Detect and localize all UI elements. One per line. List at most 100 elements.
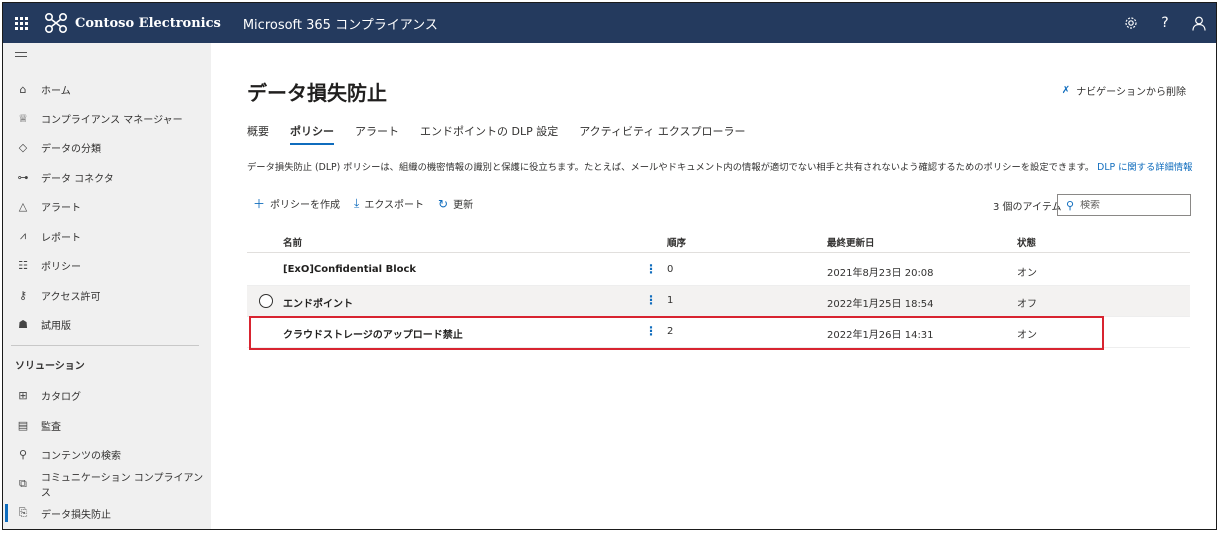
column-header-order[interactable]: 順序 [667, 235, 686, 249]
tab-policies[interactable]: ポリシー [290, 123, 334, 145]
tag-icon: ◇ [18, 140, 28, 154]
policy-order: 1 [667, 295, 674, 306]
warning-icon: △ [18, 199, 28, 213]
sidebar-item-alerts[interactable]: △ アラート [3, 193, 211, 219]
app-name[interactable]: Microsoft 365 コンプライアンス [243, 14, 438, 33]
sidebar-item-dlp[interactable]: ⎘ データ損失防止 [3, 500, 211, 526]
sidebar-item-label: コンテンツの検索 [41, 450, 121, 462]
sidebar-item-permissions[interactable]: ⚷ アクセス許可 [3, 282, 211, 308]
home-icon: ⌂ [19, 82, 27, 96]
sidebar-item-label: アクセス許可 [41, 291, 101, 303]
sidebar-item-label: ホーム [41, 85, 71, 97]
sidebar-item-trials[interactable]: ☗ 試用版 [3, 311, 211, 337]
refresh-label: 更新 [453, 200, 474, 211]
sliders-icon: ☷ [18, 258, 28, 272]
command-bar: ＋ ポリシーを作成 ⤓ エクスポート ↻ 更新 [253, 195, 487, 212]
sidebar-item-label: コミュニケーション コンプライアンス [40, 473, 204, 499]
more-options-icon[interactable]: ⋮ [645, 293, 657, 307]
sidebar-item-label: カタログ [41, 391, 81, 403]
create-policy-label: ポリシーを作成 [270, 200, 341, 211]
sidebar-item-label: ポリシー [41, 261, 81, 273]
sidebar-item-label: レポート [41, 232, 81, 244]
policy-name[interactable]: [ExO]Confidential Block [283, 264, 416, 275]
trial-icon: ☗ [18, 317, 28, 331]
sidebar-item-data-classification[interactable]: ◇ データの分類 [3, 134, 211, 160]
sidebar-item-reports[interactable]: ⩘ レポート [3, 223, 211, 249]
connector-icon: ⊶ [17, 170, 29, 184]
table-row[interactable]: [ExO]Confidential Block ⋮ 0 2021年8月23日 2… [247, 255, 1190, 286]
search-icon: ⚲ [1066, 198, 1075, 212]
search-icon: ⚲ [18, 447, 28, 461]
policy-name[interactable]: クラウドストレージのアップロード禁止 [283, 326, 463, 341]
remove-from-nav-button[interactable]: ✗ ナビゲーションから削除 [1062, 83, 1186, 98]
key-icon: ⚷ [18, 288, 28, 302]
column-header-status[interactable]: 状態 [1017, 235, 1036, 249]
unpin-icon: ✗ [1061, 85, 1071, 96]
contoso-logo-icon [43, 12, 69, 34]
sidebar-item-label: データ損失防止 [41, 509, 111, 521]
help-icon[interactable]: ? [1148, 3, 1182, 43]
more-options-icon[interactable]: ⋮ [645, 262, 657, 276]
top-bar: Contoso Electronics Microsoft 365 コンプライア… [3, 3, 1216, 43]
create-policy-button[interactable]: ＋ ポリシーを作成 [253, 195, 340, 212]
tab-alerts[interactable]: アラート [355, 123, 399, 145]
sidebar-item-label: データの分類 [41, 143, 101, 155]
export-button[interactable]: ⤓ エクスポート [354, 196, 424, 211]
brand[interactable]: Contoso Electronics [43, 12, 221, 34]
learn-more-link[interactable]: DLP に関する詳細情報 [1097, 162, 1192, 173]
chart-icon: ⩘ [19, 229, 27, 242]
policy-description: データ損失防止 (DLP) ポリシーは、組織の機密情報の識別と保護に役立ちます。… [247, 159, 1192, 173]
column-header-last-modified[interactable]: 最終更新日 [827, 235, 875, 249]
table-row[interactable]: クラウドストレージのアップロード禁止 ⋮ 2 2022年1月26日 14:31 … [247, 317, 1190, 348]
description-text: データ損失防止 (DLP) ポリシーは、組織の機密情報の識別と保護に役立ちます。… [247, 162, 1095, 173]
sidebar-item-home[interactable]: ⌂ ホーム [3, 76, 211, 102]
sidebar-item-label: アラート [41, 202, 81, 214]
sidebar-item-label: データ コネクタ [41, 173, 114, 185]
sidebar-item-policies[interactable]: ☷ ポリシー [3, 252, 211, 278]
app-window: Contoso Electronics Microsoft 365 コンプライア… [2, 2, 1217, 530]
policy-last-modified: 2021年8月23日 20:08 [827, 268, 934, 279]
refresh-icon: ↻ [438, 196, 449, 211]
tab-endpoint-dlp-settings[interactable]: エンドポイントの DLP 設定 [420, 123, 558, 145]
sidebar-item-compliance-manager[interactable]: ♕ コンプライアンス マネージャー [3, 105, 211, 131]
plus-icon: ＋ [253, 197, 266, 211]
policy-status: オン [1017, 330, 1037, 341]
sidebar-item-communication-compliance[interactable]: ⧉ コミュニケーション コンプライアンス [3, 471, 211, 499]
person-icon[interactable] [1182, 3, 1216, 43]
tab-overview[interactable]: 概要 [247, 123, 269, 145]
main-content: データ損失防止 ✗ ナビゲーションから削除 概要 ポリシー アラート エンドポイ… [211, 43, 1216, 529]
refresh-button[interactable]: ↻ 更新 [438, 196, 474, 212]
row-select-radio[interactable] [259, 294, 273, 308]
chat-icon: ⧉ [18, 477, 27, 490]
hamburger-icon[interactable] [15, 52, 27, 60]
item-count: 3 個のアイテム [993, 202, 1062, 213]
sidebar-item-label: コンプライアンス マネージャー [41, 114, 183, 126]
table-header: 名前 順序 最終更新日 状態 [247, 229, 1190, 253]
search-input[interactable] [1080, 199, 1181, 211]
more-options-icon[interactable]: ⋮ [645, 324, 657, 338]
audit-icon: ▤ [17, 418, 29, 432]
sidebar-item-data-connectors[interactable]: ⊶ データ コネクタ [3, 164, 211, 190]
policy-status: オフ [1017, 299, 1037, 310]
sidebar: ⌂ ホーム ♕ コンプライアンス マネージャー ◇ データの分類 ⊶ データ コ… [3, 43, 211, 529]
waffle-icon[interactable] [3, 3, 39, 43]
table-row[interactable]: エンドポイント ⋮ 1 2022年1月25日 18:54 オフ [247, 286, 1190, 317]
sidebar-item-content-search[interactable]: ⚲ コンテンツの検索 [3, 441, 211, 467]
policy-last-modified: 2022年1月26日 14:31 [827, 330, 934, 341]
catalog-icon: ⊞ [18, 388, 28, 402]
sidebar-item-catalog[interactable]: ⊞ カタログ [3, 382, 211, 408]
tab-activity-explorer[interactable]: アクティビティ エクスプローラー [579, 123, 745, 145]
brand-name: Contoso Electronics [75, 15, 221, 31]
download-icon: ⤓ [354, 196, 360, 210]
tab-bar: 概要 ポリシー アラート エンドポイントの DLP 設定 アクティビティ エクス… [247, 123, 767, 145]
sidebar-item-label: 試用版 [41, 320, 71, 332]
gear-icon[interactable] [1114, 3, 1148, 43]
search-box[interactable]: ⚲ [1057, 194, 1191, 216]
sidebar-section-solutions: ソリューション [15, 361, 85, 372]
dlp-icon: ⎘ [18, 506, 28, 519]
sidebar-item-audit[interactable]: ▤ 監査 [3, 412, 211, 438]
export-label: エクスポート [364, 200, 425, 211]
column-header-name[interactable]: 名前 [283, 235, 302, 249]
policy-name[interactable]: エンドポイント [283, 295, 353, 310]
remove-from-nav-label: ナビゲーションから削除 [1076, 87, 1186, 98]
